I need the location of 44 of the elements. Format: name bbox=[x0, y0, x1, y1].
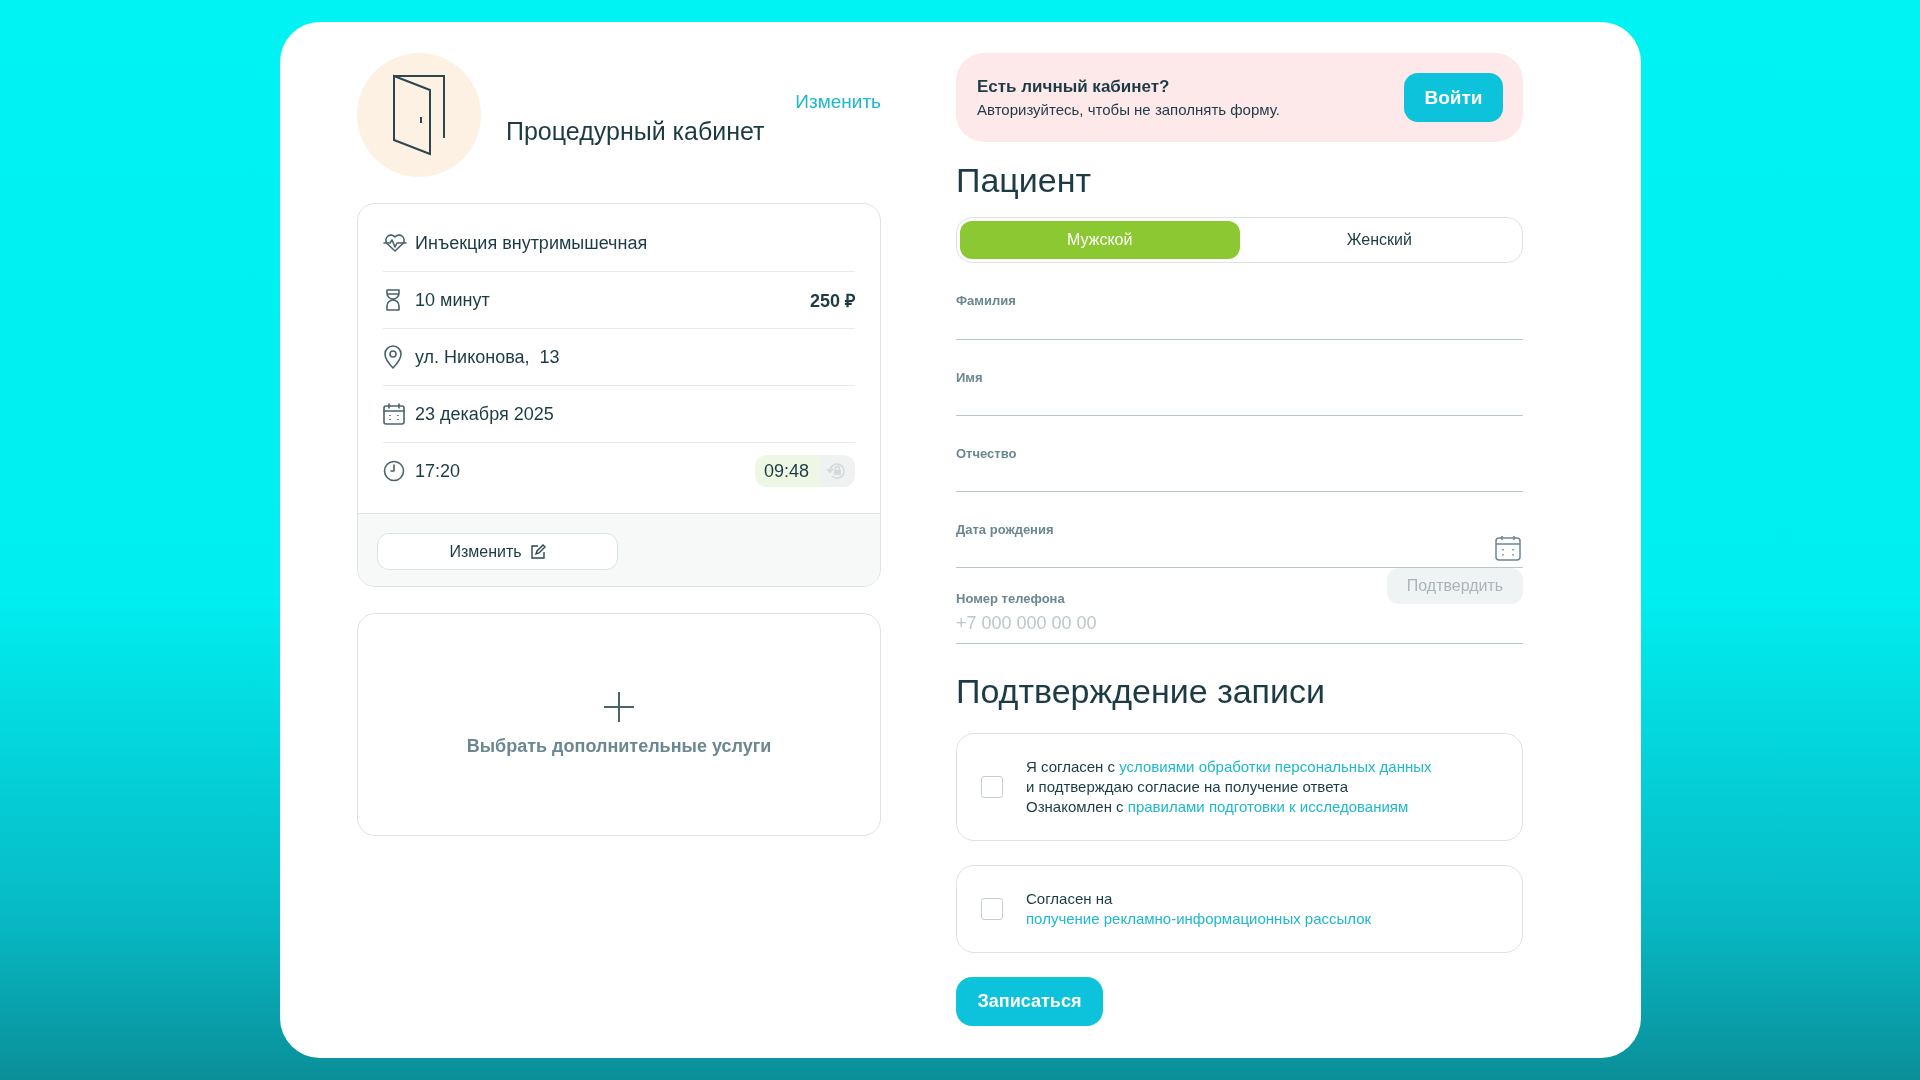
hourglass-icon bbox=[383, 288, 403, 312]
detail-text: 10 минут bbox=[415, 289, 491, 311]
detail-text: ул. Никонова, 13 bbox=[415, 346, 561, 368]
consent-link[interactable]: получение рекламно-информационных рассылок bbox=[1026, 910, 1372, 927]
change-link[interactable]: Изменить bbox=[795, 90, 881, 113]
text-field[interactable]: Отчество bbox=[956, 416, 1523, 492]
plus-icon[interactable] bbox=[604, 692, 634, 722]
field-label: Фамилия bbox=[956, 293, 1017, 308]
clock-icon bbox=[383, 460, 405, 482]
gender-tab[interactable]: Мужской bbox=[960, 221, 1240, 259]
gender-tab[interactable]: Женский bbox=[1239, 221, 1519, 259]
section-heading: Пациент bbox=[956, 160, 1093, 200]
lock-reset-icon bbox=[826, 460, 848, 482]
heart-pulse-icon bbox=[383, 232, 407, 254]
text-field[interactable]: Имя bbox=[956, 340, 1523, 416]
location-pin-icon bbox=[383, 345, 403, 369]
room-title: Процедурный кабинет bbox=[506, 116, 766, 146]
text-field[interactable]: Фамилия bbox=[956, 263, 1523, 340]
submit-button[interactable]: Записаться bbox=[956, 977, 1103, 1026]
consent-checkbox[interactable] bbox=[981, 898, 1003, 920]
banner-title: Есть личный кабинет? bbox=[977, 77, 1171, 97]
consent-text: Я согласен с условиями обработки персональных данных и подтверждаю согласие на получение ответа Ознакомлен с правилами подготовки к исследованиям bbox=[1026, 757, 1432, 817]
consent-link[interactable]: условиями обработки персональных данных bbox=[1119, 758, 1432, 775]
edit-icon bbox=[529, 543, 546, 560]
calendar-icon bbox=[383, 403, 405, 425]
timer-text: 09:48 bbox=[762, 460, 810, 482]
price: 250 ₽ bbox=[809, 290, 855, 312]
section-heading: Подтверждение записи bbox=[956, 671, 1327, 711]
add-services-label[interactable]: Выбрать дополнительные услуги bbox=[466, 736, 772, 757]
detail-text: Инъекция внутримышечная bbox=[415, 232, 649, 254]
field-label: Дата рождения bbox=[956, 522, 1055, 537]
consent-checkbox[interactable] bbox=[981, 776, 1003, 798]
field-label: Отчество bbox=[956, 446, 1018, 461]
field-label: Номер телефона bbox=[956, 591, 1066, 606]
door-icon bbox=[392, 74, 446, 156]
detail-text: 23 декабря 2025 bbox=[415, 403, 555, 425]
consent-link[interactable]: правилами подготовки к исследованиям bbox=[1127, 798, 1409, 815]
detail-text: 17:20 bbox=[415, 460, 462, 482]
banner-text: Авторизуйтесь, чтобы не заполнять форму. bbox=[977, 101, 1281, 118]
calendar-icon[interactable] bbox=[1495, 535, 1521, 561]
consent-text: Согласен на получение рекламно-информационных рассылок bbox=[1026, 889, 1372, 929]
edit-button[interactable]: Изменить bbox=[377, 533, 618, 570]
field-label: Имя bbox=[956, 370, 984, 385]
login-button[interactable]: Войти bbox=[1404, 73, 1503, 122]
